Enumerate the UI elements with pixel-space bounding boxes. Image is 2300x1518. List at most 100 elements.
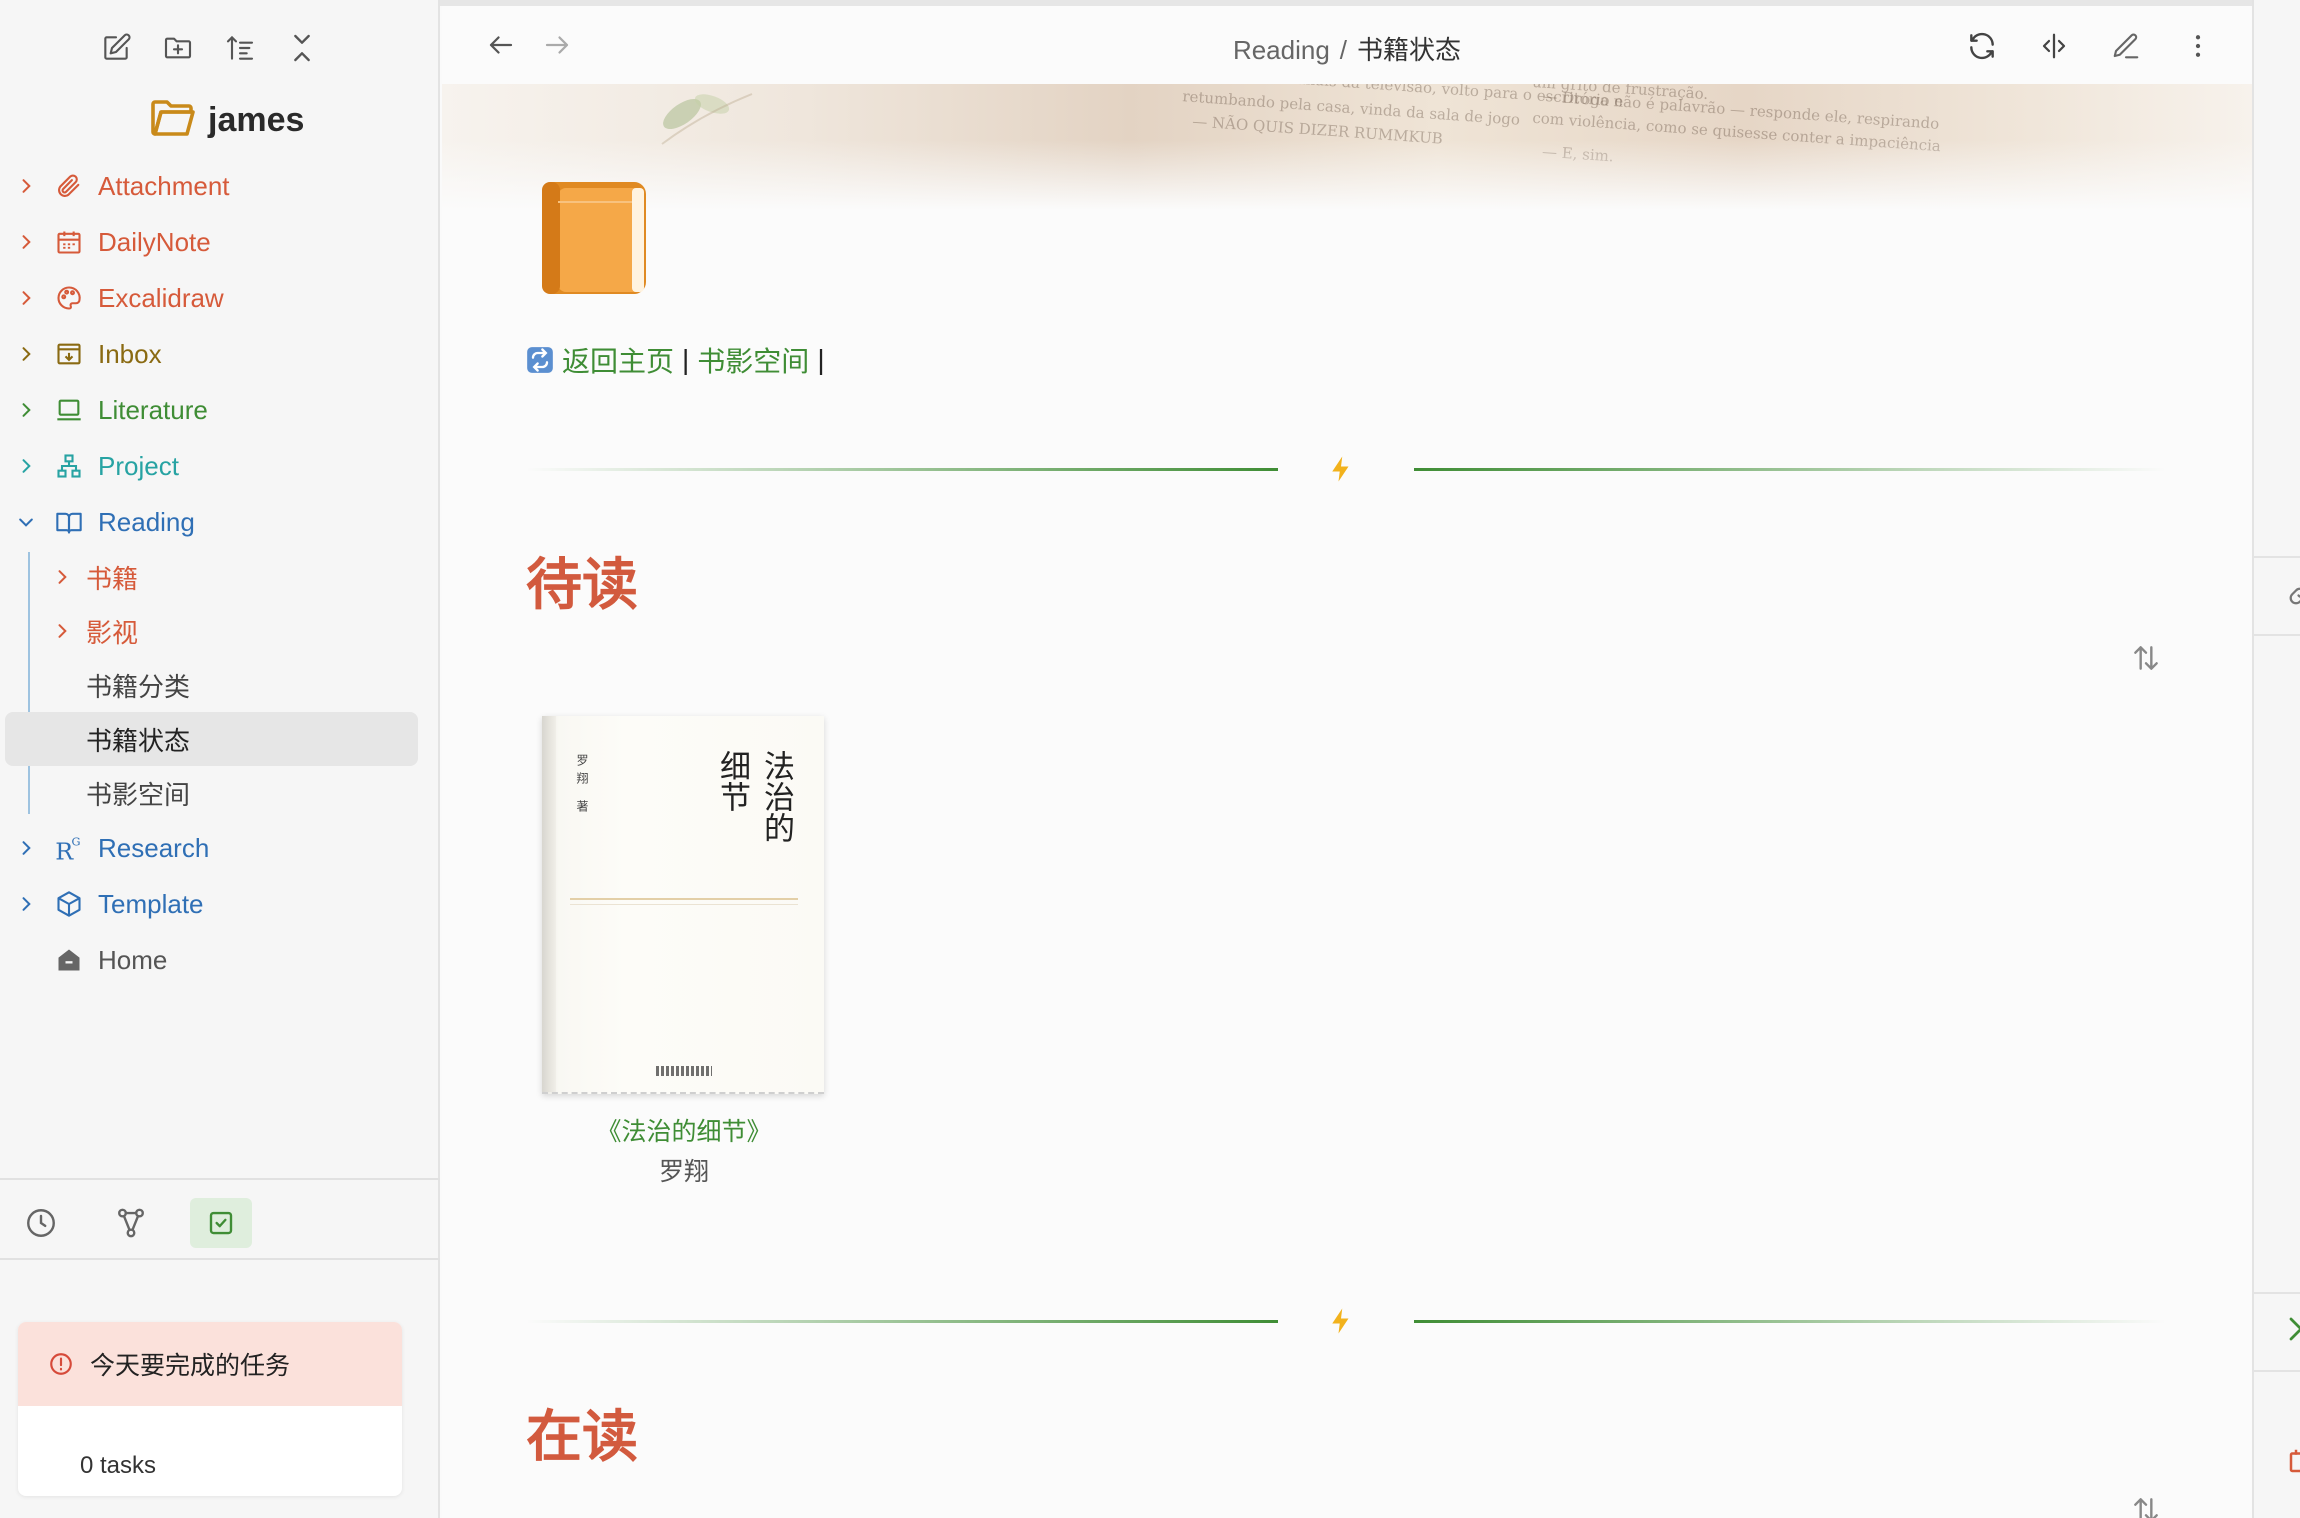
tree-subitem-book-status[interactable]: 书籍状态 <box>5 712 418 766</box>
chevron-right-icon[interactable] <box>52 621 72 641</box>
publisher-mark <box>656 1066 712 1076</box>
tree-item-reading[interactable]: Reading <box>0 494 440 550</box>
tree-item-label: Literature <box>98 394 208 425</box>
tree-item-excalidraw[interactable]: Excalidraw <box>0 270 440 326</box>
sort-button[interactable] <box>2128 640 2164 676</box>
graph-icon <box>118 1208 144 1238</box>
link-separator: | <box>817 344 825 375</box>
more-options-button[interactable] <box>2180 28 2216 64</box>
new-folder-icon[interactable] <box>160 30 196 66</box>
collapse-all-icon[interactable] <box>284 30 320 66</box>
sidebar-divider <box>0 1258 440 1260</box>
book-space-link[interactable]: 书影空间 <box>697 340 809 380</box>
cube-icon <box>54 889 84 919</box>
chevron-right-icon[interactable] <box>16 894 36 914</box>
tree-subitem-book-categories[interactable]: 书籍分类 <box>0 658 440 712</box>
refresh-icon <box>1970 32 1994 60</box>
chevron-right-icon[interactable] <box>16 288 36 308</box>
tree-subitem-book-space[interactable]: 书影空间 <box>0 766 440 820</box>
tree-item-project[interactable]: Project <box>0 438 440 494</box>
sync-button[interactable] <box>1964 28 2000 64</box>
view-header: Reading / 书籍状态 <box>442 6 2252 84</box>
vault-title[interactable]: james <box>148 96 304 145</box>
tree-subitem-label: 书籍状态 <box>86 725 191 756</box>
breadcrumb-parent[interactable]: Reading <box>1233 35 1330 65</box>
link-separator: | <box>682 344 690 375</box>
tree-item-inbox[interactable]: Inbox <box>0 326 440 382</box>
new-note-icon[interactable] <box>98 30 134 66</box>
chevron-right-icon[interactable] <box>16 344 36 364</box>
tree-subitem-books[interactable]: 书籍 <box>0 550 440 604</box>
leaf-decoration <box>661 93 753 145</box>
tree-item-attachment[interactable]: Attachment <box>0 158 440 214</box>
sidebar-bottom-tabs <box>10 1198 252 1248</box>
network-icon <box>54 451 84 481</box>
chevron-right-icon[interactable] <box>52 567 72 587</box>
banner-image: passeio pelos canais da televisão, volto… <box>442 84 2252 210</box>
file-tree: Attachment DailyNote Excalidraw Inbox Li… <box>0 158 440 988</box>
tools-icon[interactable] <box>2286 1314 2300 1344</box>
tree-item-label: DailyNote <box>98 226 211 257</box>
banner-text-line: — E, sim. <box>1541 142 1615 166</box>
tree-item-label: Inbox <box>98 338 162 369</box>
folder-open-icon <box>148 96 198 145</box>
file-explorer-sidebar: james Attachment DailyNote Excalidraw In… <box>0 0 440 1518</box>
chevron-down-icon[interactable] <box>16 512 36 532</box>
tree-subitem-label: 书籍 <box>86 563 139 594</box>
tree-subitem-label: 影视 <box>86 617 139 648</box>
calendar-small-icon[interactable] <box>2286 1446 2300 1476</box>
section-heading-to-read: 待读 <box>526 553 638 618</box>
edit-button[interactable] <box>2108 28 2144 64</box>
book-emoji-icon <box>542 182 646 294</box>
inbox-icon <box>54 339 84 369</box>
home-link[interactable]: 返回主页 <box>562 340 674 380</box>
tasks-tab[interactable] <box>190 1198 252 1248</box>
source-mode-button[interactable] <box>2036 28 2072 64</box>
tree-item-home[interactable]: Home <box>0 932 440 988</box>
tree-item-dailynote[interactable]: DailyNote <box>0 214 440 270</box>
tree-item-label: Excalidraw <box>98 282 224 313</box>
book-title-link[interactable]: 《法治的细节》 <box>542 1112 826 1148</box>
code-split-icon <box>2042 33 2066 59</box>
chevron-right-icon[interactable] <box>16 456 36 476</box>
home-links: 返回主页 | 书影空间 | <box>526 340 833 380</box>
tree-item-label: Project <box>98 450 179 481</box>
section-heading-reading: 在读 <box>526 1405 638 1470</box>
book-card[interactable]: 法治的 细节 罗翔 著 《法治的细节》 罗翔 <box>542 716 826 1188</box>
chevron-right-icon[interactable] <box>16 400 36 420</box>
book-author: 罗翔 <box>658 1158 709 1186</box>
decorated-divider <box>526 454 2166 484</box>
repeat-emoji-icon <box>527 347 553 373</box>
breadcrumb-separator: / <box>1339 35 1348 65</box>
chevron-right-icon[interactable] <box>16 838 36 858</box>
breadcrumb-current[interactable]: 书籍状态 <box>1357 35 1461 65</box>
sort-arrows-icon <box>2134 1498 2158 1518</box>
tree-item-research[interactable]: RG Research <box>0 820 440 876</box>
lightning-icon <box>1332 456 1349 482</box>
task-panel-header[interactable]: 今天要完成的任务 <box>18 1322 402 1406</box>
home-icon <box>54 945 84 975</box>
lightning-icon <box>1332 1308 1349 1334</box>
tree-item-label: Home <box>98 944 168 975</box>
tree-item-label: Research <box>98 832 210 863</box>
chevron-right-icon[interactable] <box>16 232 36 252</box>
tree-item-template[interactable]: Template <box>0 876 440 932</box>
note-view: Reading / 书籍状态 passeio pelos canais da tel… <box>442 6 2252 1518</box>
sort-icon[interactable] <box>222 30 258 66</box>
palette-icon <box>54 283 84 313</box>
tree-subitem-film[interactable]: 影视 <box>0 604 440 658</box>
task-check-icon <box>209 1211 233 1235</box>
task-count: 0 tasks <box>80 1452 157 1479</box>
link-icon[interactable] <box>2286 578 2300 608</box>
cover-title: 细节 <box>714 750 750 812</box>
book-cover[interactable]: 法治的 细节 罗翔 著 <box>542 716 824 1094</box>
strip-divider <box>2254 1292 2300 1294</box>
recent-files-tab[interactable] <box>10 1198 72 1248</box>
chevron-right-icon[interactable] <box>16 176 36 196</box>
graph-tab[interactable] <box>100 1198 162 1248</box>
paperclip-icon <box>54 171 84 201</box>
right-sidebar-collapsed <box>2252 0 2300 1518</box>
tree-item-literature[interactable]: Literature <box>0 382 440 438</box>
tree-item-label: Attachment <box>98 170 230 201</box>
sort-button[interactable] <box>2128 1492 2164 1518</box>
